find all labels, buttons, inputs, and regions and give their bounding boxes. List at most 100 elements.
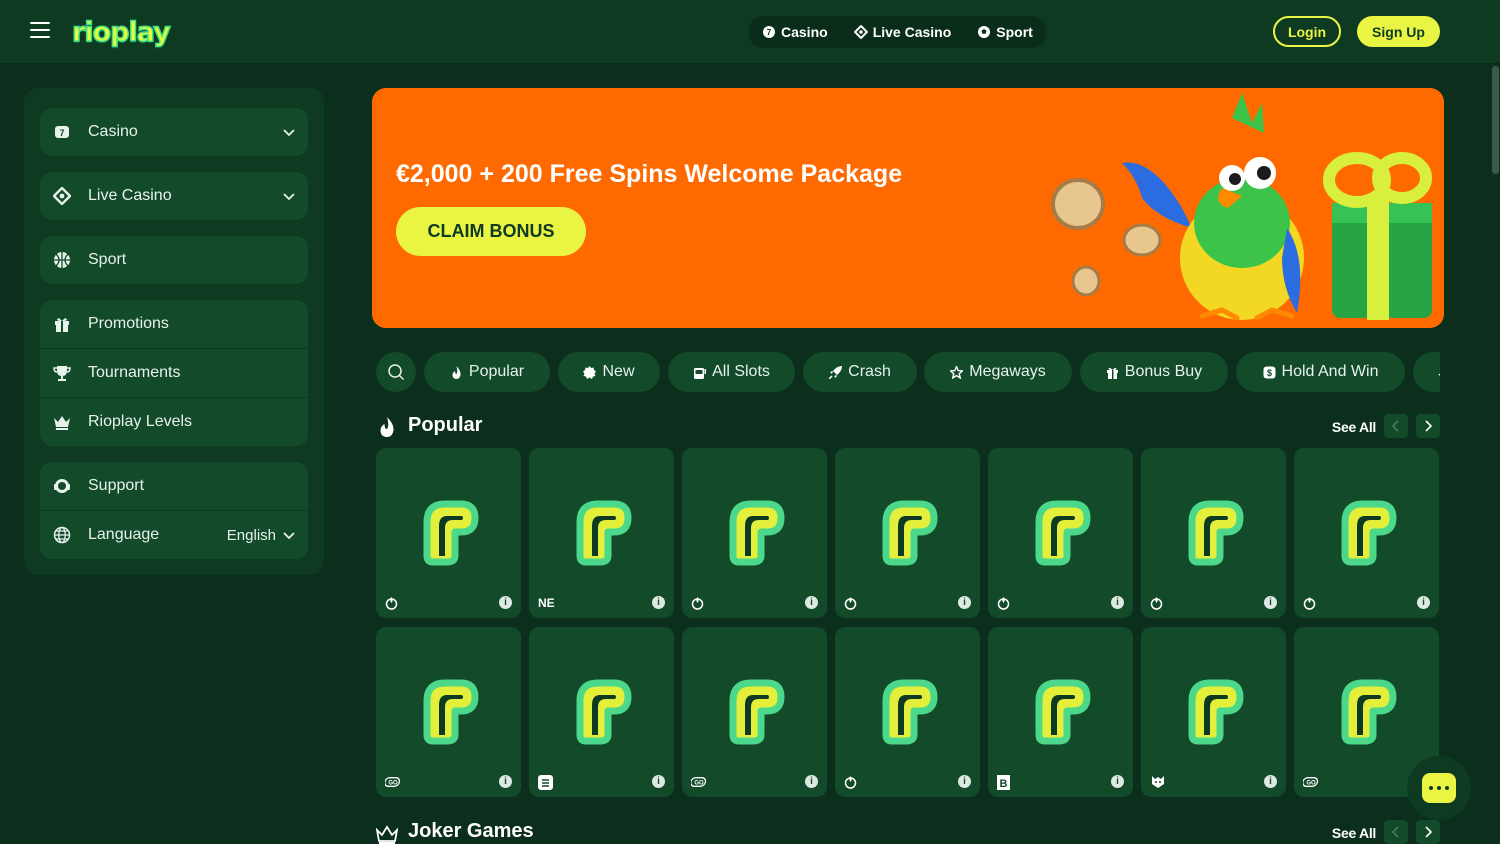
game-card[interactable]: i — [835, 448, 980, 618]
game-card[interactable]: i — [376, 448, 521, 618]
sidebar-item-rioplay-levels[interactable]: Rioplay Levels — [40, 397, 308, 446]
info-icon[interactable]: i — [805, 596, 818, 609]
game-card[interactable]: i — [1141, 448, 1286, 618]
game-provider-badge — [997, 595, 1010, 611]
game-card[interactable]: i — [988, 448, 1133, 618]
chevron-down-icon — [283, 532, 295, 540]
scrollbar-thumb[interactable] — [1492, 66, 1499, 174]
language-value: English — [226, 526, 276, 544]
chip-all-slots[interactable]: All Slots — [668, 352, 795, 392]
flame-badge-icon — [1150, 597, 1163, 610]
game-card[interactable]: i — [1141, 627, 1286, 797]
info-icon[interactable]: i — [652, 596, 665, 609]
sidebar-item-label: Casino — [88, 123, 138, 140]
info-icon[interactable]: i — [1111, 596, 1124, 609]
sidebar-item-label: Sport — [88, 251, 127, 268]
game-placeholder-logo — [729, 500, 785, 566]
game-provider-badge — [844, 595, 857, 611]
game-card[interactable]: i — [682, 448, 827, 618]
carousel-prev-button[interactable] — [1384, 820, 1408, 844]
slot-machine-icon — [694, 367, 707, 379]
chip-label: Hold And Win — [1281, 363, 1379, 380]
info-icon[interactable]: i — [1417, 596, 1430, 609]
login-button[interactable]: Login — [1273, 16, 1341, 47]
game-placeholder-logo — [1035, 679, 1091, 745]
menu-icon[interactable] — [30, 22, 50, 38]
chip-megaways[interactable]: Megaways — [924, 352, 1072, 392]
signup-button[interactable]: Sign Up — [1357, 16, 1440, 47]
game-card[interactable]: GO i — [682, 627, 827, 797]
sidebar-item-tournaments[interactable]: Tournaments — [40, 348, 308, 397]
game-search-button[interactable] — [376, 352, 416, 392]
popular-games-grid: iNEiiiiiiGOiiGOiiBiiGOi — [376, 448, 1440, 797]
game-placeholder-logo — [1035, 500, 1091, 566]
rocket-icon — [829, 365, 843, 379]
topnav-sport[interactable]: Sport — [977, 24, 1033, 40]
chip-new[interactable]: New — [558, 352, 660, 392]
category-chips: Popular New All Slots Crash Megaways Bon… — [376, 352, 1440, 392]
svg-text:GO: GO — [388, 781, 398, 787]
game-card[interactable]: NE i — [529, 448, 674, 618]
game-provider-badge — [538, 774, 553, 790]
carousel-next-button[interactable] — [1416, 820, 1440, 844]
sidebar-group-live-casino: Live Casino — [40, 172, 308, 220]
info-icon[interactable]: i — [958, 596, 971, 609]
info-icon[interactable]: i — [958, 775, 971, 788]
carousel-next-button[interactable] — [1416, 414, 1440, 438]
info-icon[interactable]: i — [499, 775, 512, 788]
sidebar-item-support[interactable]: Support — [40, 462, 308, 510]
claim-bonus-button[interactable]: CLAIM BONUS — [396, 207, 586, 256]
game-card[interactable]: GO i — [376, 627, 521, 797]
svg-text:GO: GO — [1306, 781, 1316, 787]
page-scrollbar[interactable] — [1490, 64, 1500, 844]
section-title: Popular — [408, 414, 483, 436]
game-card[interactable]: i — [529, 627, 674, 797]
chip-label: Bonus Buy — [1124, 363, 1203, 380]
game-placeholder-logo — [1341, 679, 1397, 745]
chevron-down-icon — [283, 193, 295, 201]
section-title: Joker Games — [408, 820, 534, 842]
chip-crash[interactable]: Crash — [803, 352, 917, 392]
see-all-link[interactable]: See All — [1332, 825, 1376, 841]
welcome-banner: €2,000 + 200 Free Spins Welcome Package … — [372, 88, 1444, 328]
sidebar-item-language[interactable]: Language English — [40, 510, 308, 559]
parrot-mascot-illustration — [1051, 93, 1432, 321]
chat-bubble-icon — [1422, 773, 1456, 803]
sidebar-item-casino[interactable]: 7 Casino — [40, 108, 308, 156]
info-icon[interactable]: i — [652, 775, 665, 788]
chip-bonus-buy[interactable]: Bonus Buy — [1080, 352, 1228, 392]
game-card[interactable]: Bi — [988, 627, 1133, 797]
section-popular-header: Popular See All — [376, 414, 1440, 442]
chip-hold-and-win[interactable]: $ Hold And Win — [1236, 352, 1405, 392]
topnav-casino[interactable]: 7 Casino — [762, 24, 828, 40]
chip-more[interactable] — [1413, 352, 1440, 392]
sidebar-item-live-casino[interactable]: Live Casino — [40, 172, 308, 220]
go-provider-icon: GO — [691, 777, 707, 787]
sidebar-item-promotions[interactable]: Promotions — [40, 300, 308, 348]
rioplay-logo[interactable]: rioplay — [71, 14, 171, 50]
carousel-prev-button[interactable] — [1384, 414, 1408, 438]
sidebar-item-label: Rioplay Levels — [88, 413, 193, 430]
game-card[interactable]: i — [835, 627, 980, 797]
banner-title: €2,000 + 200 Free Spins Welcome Package — [396, 160, 903, 188]
info-icon[interactable]: i — [499, 596, 512, 609]
game-placeholder-logo — [1188, 500, 1244, 566]
sidebar-group-promotions: Promotions Tournaments Rioplay Levels — [40, 300, 308, 446]
game-provider-badge: B — [997, 774, 1010, 790]
info-icon[interactable]: i — [1111, 775, 1124, 788]
info-icon[interactable]: i — [805, 775, 818, 788]
live-chat-button[interactable] — [1407, 756, 1471, 820]
see-all-link[interactable]: See All — [1332, 419, 1376, 435]
game-card[interactable]: i — [1294, 448, 1439, 618]
game-provider-badge — [844, 774, 857, 790]
info-icon[interactable]: i — [1264, 596, 1277, 609]
svg-text:GO: GO — [694, 781, 704, 787]
crown-icon — [53, 413, 71, 431]
sidebar-item-sport[interactable]: Sport — [40, 236, 308, 284]
topnav-live-casino[interactable]: Live Casino — [853, 24, 951, 40]
info-icon[interactable]: i — [1264, 775, 1277, 788]
game-placeholder-logo — [882, 500, 938, 566]
top-nav: 7 Casino Live Casino Sport — [748, 16, 1047, 48]
game-provider-badge — [385, 595, 398, 611]
chip-popular[interactable]: Popular — [424, 352, 550, 392]
